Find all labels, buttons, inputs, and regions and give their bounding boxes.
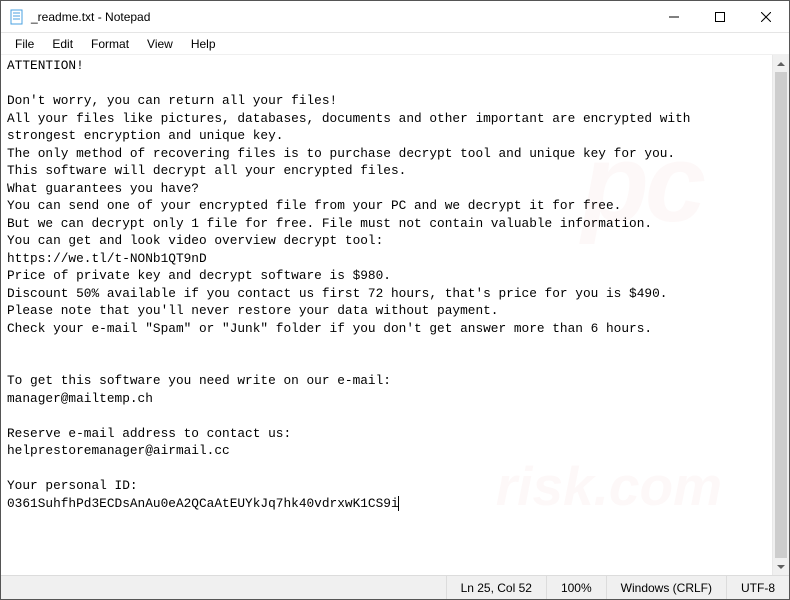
menu-edit[interactable]: Edit <box>44 35 81 53</box>
scroll-thumb[interactable] <box>775 72 787 558</box>
window-title: _readme.txt - Notepad <box>31 10 150 24</box>
statusbar: Ln 25, Col 52 100% Windows (CRLF) UTF-8 <box>1 575 789 599</box>
menubar: File Edit Format View Help <box>1 33 789 55</box>
maximize-button[interactable] <box>697 1 743 33</box>
document-text: ATTENTION! Don't worry, you can return a… <box>7 58 698 511</box>
scroll-down-arrow[interactable] <box>773 558 790 575</box>
minimize-button[interactable] <box>651 1 697 33</box>
notepad-icon <box>9 9 25 25</box>
status-position: Ln 25, Col 52 <box>446 576 546 599</box>
text-caret <box>398 496 399 511</box>
scroll-up-arrow[interactable] <box>773 55 790 72</box>
content-area: ATTENTION! Don't worry, you can return a… <box>1 55 789 575</box>
notepad-window: _readme.txt - Notepad File Edit Format V… <box>0 0 790 600</box>
watermark2: risk.com <box>496 478 722 496</box>
status-zoom: 100% <box>546 576 606 599</box>
menu-help[interactable]: Help <box>183 35 224 53</box>
menu-format[interactable]: Format <box>83 35 137 53</box>
text-editor[interactable]: ATTENTION! Don't worry, you can return a… <box>1 55 772 575</box>
status-encoding: UTF-8 <box>726 576 789 599</box>
scroll-track[interactable] <box>773 72 789 558</box>
titlebar[interactable]: _readme.txt - Notepad <box>1 1 789 33</box>
vertical-scrollbar[interactable] <box>772 55 789 575</box>
status-line-ending: Windows (CRLF) <box>606 576 726 599</box>
menu-file[interactable]: File <box>7 35 42 53</box>
window-controls <box>651 1 789 32</box>
menu-view[interactable]: View <box>139 35 181 53</box>
close-button[interactable] <box>743 1 789 33</box>
watermark: pc <box>582 175 702 193</box>
